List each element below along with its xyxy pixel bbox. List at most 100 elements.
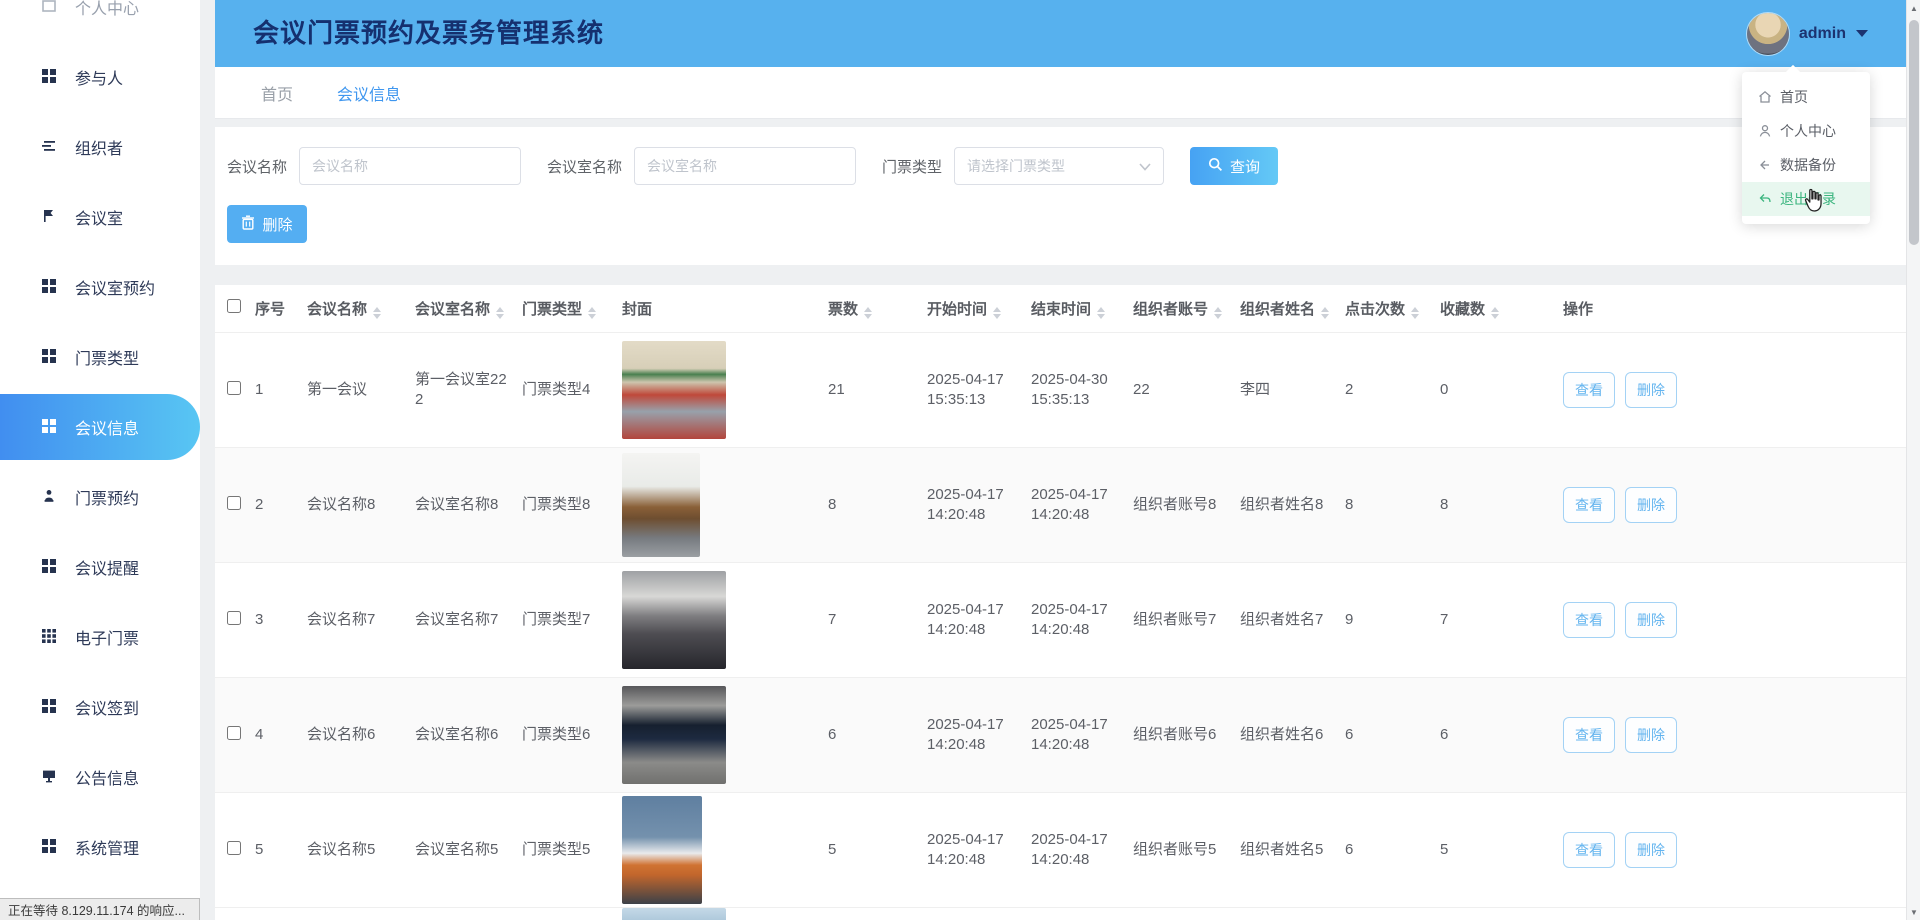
filter-panel: 会议名称 会议室名称 门票类型 请选择门票类型 查询 删除 xyxy=(215,127,1906,265)
cover-image xyxy=(622,341,726,439)
sort-icon[interactable] xyxy=(588,307,596,319)
delete-button[interactable]: 删除 xyxy=(1625,717,1677,753)
table-row: 1 第一会议 第一会议室222 门票类型4 21 2025-04-1715:35… xyxy=(215,332,1906,447)
scrollbar-thumb[interactable] xyxy=(1909,20,1919,245)
row-checkbox[interactable] xyxy=(227,496,241,510)
delete-button[interactable]: 删除 xyxy=(1625,487,1677,523)
sort-icon[interactable] xyxy=(496,307,504,319)
sidebar-item-meeting-reminders[interactable]: 会议提醒 xyxy=(0,532,200,602)
click-count: 8 xyxy=(1345,447,1440,562)
row-checkbox[interactable] xyxy=(227,381,241,395)
col-organizer-account[interactable]: 组织者账号 xyxy=(1133,285,1240,332)
view-button[interactable]: 查看 xyxy=(1563,602,1615,638)
search-button[interactable]: 查询 xyxy=(1190,147,1278,185)
sort-icon[interactable] xyxy=(993,307,1001,319)
meeting-name: 会议名称5 xyxy=(307,840,415,860)
end-time: 2025-04-1714:20:48 xyxy=(1031,485,1133,525)
col-clicks[interactable]: 点击次数 xyxy=(1345,285,1440,332)
col-organizer-name[interactable]: 组织者姓名 xyxy=(1240,285,1345,332)
sidebar-item-meeting-info[interactable]: 会议信息 xyxy=(0,394,200,460)
sidebar-item-ticket-types[interactable]: 门票类型 xyxy=(0,322,200,392)
sidebar-item-profile-partial[interactable]: 个人中心 xyxy=(0,0,200,42)
sort-icon[interactable] xyxy=(1214,307,1222,319)
col-favorites[interactable]: 收藏数 xyxy=(1440,285,1563,332)
sidebar-item-room-reservation[interactable]: 会议室预约 xyxy=(0,252,200,322)
click-count: 2 xyxy=(1345,332,1440,447)
menu-item-home[interactable]: 首页 xyxy=(1742,80,1870,114)
col-start-time[interactable]: 开始时间 xyxy=(927,285,1031,332)
delete-button[interactable]: 删除 xyxy=(1625,372,1677,408)
bulk-delete-button[interactable]: 删除 xyxy=(227,205,307,243)
sidebar-item-label: 系统管理 xyxy=(75,835,139,859)
cover-image xyxy=(622,796,702,904)
view-button[interactable]: 查看 xyxy=(1563,372,1615,408)
meeting-name: 会议名称6 xyxy=(307,725,415,745)
sidebar-item-ticket-reservation[interactable]: 门票预约 xyxy=(0,462,200,532)
sidebar-item-electronic-tickets[interactable]: 电子门票 xyxy=(0,602,200,672)
meeting-name-input[interactable] xyxy=(299,147,521,185)
view-button[interactable]: 查看 xyxy=(1563,717,1615,753)
sidebar-item-label: 参与人 xyxy=(75,65,123,89)
sort-icon[interactable] xyxy=(373,307,381,319)
view-button[interactable]: 查看 xyxy=(1563,487,1615,523)
user-menu-trigger[interactable]: admin xyxy=(1747,0,1868,67)
start-time: 2025-04-1714:20:48 xyxy=(927,830,1031,870)
scrollbar[interactable]: ▲ ▼ xyxy=(1906,0,1920,920)
sidebar-item-participants[interactable]: 参与人 xyxy=(0,42,200,112)
col-meeting-name[interactable]: 会议名称 xyxy=(307,285,415,332)
row-checkbox[interactable] xyxy=(227,611,241,625)
grid-icon xyxy=(42,349,58,365)
select-all-checkbox[interactable] xyxy=(227,299,241,313)
sidebar-item-meeting-rooms[interactable]: 会议室 xyxy=(0,182,200,252)
sidebar-item-label: 门票预约 xyxy=(75,485,139,509)
sidebar-item-meeting-checkin[interactable]: 会议签到 xyxy=(0,672,200,742)
room-name: 会议室名称5 xyxy=(415,840,522,860)
delete-button[interactable]: 删除 xyxy=(1625,602,1677,638)
sort-icon[interactable] xyxy=(1097,307,1105,319)
grid-icon xyxy=(42,69,58,85)
row-checkbox[interactable] xyxy=(227,726,241,740)
view-button[interactable]: 查看 xyxy=(1563,832,1615,868)
user-icon xyxy=(1758,124,1772,138)
menu-item-label: 首页 xyxy=(1780,87,1808,107)
sidebar-item-organizers[interactable]: 组织者 xyxy=(0,112,200,182)
ticket-type-select[interactable]: 请选择门票类型 xyxy=(954,147,1164,185)
username: admin xyxy=(1799,25,1846,43)
delete-button[interactable]: 删除 xyxy=(1625,832,1677,868)
avatar[interactable] xyxy=(1747,13,1789,55)
menu-item-label: 数据备份 xyxy=(1780,155,1836,175)
sort-icon[interactable] xyxy=(1411,307,1419,319)
scroll-up-arrow[interactable]: ▲ xyxy=(1907,0,1920,16)
grid-icon xyxy=(42,839,58,855)
row-checkbox[interactable] xyxy=(227,841,241,855)
sidebar-item-system-management[interactable]: 系统管理 xyxy=(0,812,200,882)
sort-icon[interactable] xyxy=(1491,307,1499,319)
grid-icon xyxy=(42,279,58,295)
room-name-label: 会议室名称 xyxy=(547,156,622,177)
ticket-type: 门票类型4 xyxy=(522,380,622,400)
grid-icon xyxy=(42,699,58,715)
person-icon xyxy=(42,489,58,505)
monitor-icon xyxy=(42,769,58,785)
organizer-account: 组织者账号6 xyxy=(1133,725,1240,745)
sort-icon[interactable] xyxy=(1321,307,1329,319)
room-name-input[interactable] xyxy=(634,147,856,185)
sidebar-item-announcements[interactable]: 公告信息 xyxy=(0,742,200,812)
organizer-name: 组织者姓名6 xyxy=(1240,725,1345,745)
ticket-count: 8 xyxy=(828,447,927,562)
page-title: 会议门票预约及票务管理系统 xyxy=(253,0,604,67)
scroll-down-arrow[interactable]: ▼ xyxy=(1907,904,1920,920)
col-end-time[interactable]: 结束时间 xyxy=(1031,285,1133,332)
col-tickets[interactable]: 票数 xyxy=(828,285,927,332)
tab-meeting-info[interactable]: 会议信息 xyxy=(337,81,401,105)
sidebar: 个人中心 参与人 组织者 会议室 会议室预约 门票类型 会议信息 门票预约 xyxy=(0,0,200,920)
sort-icon[interactable] xyxy=(864,307,872,319)
col-ticket-type[interactable]: 门票类型 xyxy=(522,285,622,332)
tab-home[interactable]: 首页 xyxy=(261,81,293,105)
chevron-down-icon xyxy=(1856,30,1868,37)
menu-item-profile[interactable]: 个人中心 xyxy=(1742,114,1870,148)
organizer-name: 组织者姓名5 xyxy=(1240,840,1345,860)
menu-item-data-backup[interactable]: 数据备份 xyxy=(1742,148,1870,182)
col-room-name[interactable]: 会议室名称 xyxy=(415,285,522,332)
table-row-partial xyxy=(215,907,1906,920)
